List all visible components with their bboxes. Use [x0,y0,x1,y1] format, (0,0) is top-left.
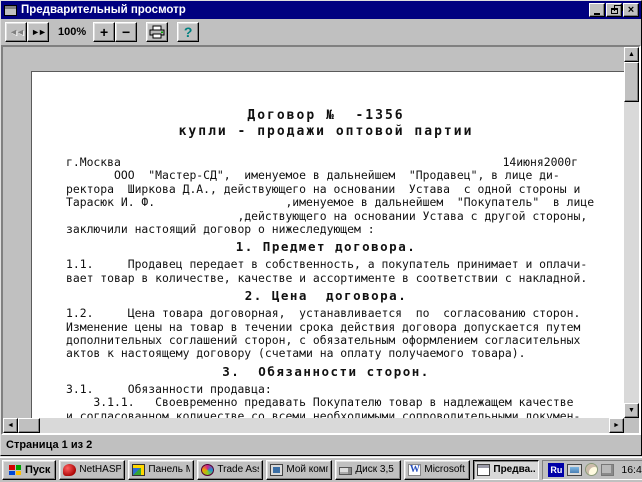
minimize-icon [594,13,600,15]
help-icon: ? [184,25,193,39]
horizontal-scroll-thumb[interactable] [18,418,40,433]
system-tray: Ru 16:44 [542,460,642,480]
printer-icon [149,25,165,39]
help-button[interactable]: ? [177,22,199,42]
document-line-body: Тарасюк И. Ф. ,именуемое в дальнейшем "П… [66,196,594,209]
document-line-body: актов к настоящему договору (счетами на … [66,347,594,360]
document-dateline: г.Москва 14июня2000г [66,156,578,169]
taskbar-button-label: Trade Assi... [217,464,259,475]
next-page-icon: ►► [31,27,45,37]
taskbar-button-my-computer[interactable]: Мой комп... [266,460,332,480]
document-page: Договор № -1356купли - продажи оптовой п… [31,71,624,418]
minimize-button[interactable] [589,3,605,17]
document-line-body: ректора Ширкова Д.А., действующего на ос… [66,183,594,196]
document-line-title: Договор № -1356 [66,108,586,124]
my-computer-icon [270,464,283,476]
nethasp-icon [63,464,76,476]
print-button[interactable] [146,22,168,42]
taskbar-button-control-panel[interactable]: Панель М... [128,460,194,480]
screen: Предварительный просмотр × ◄◄ ►► 100% + … [0,0,642,482]
document-line-heading: 2. Цена договора. [66,288,586,303]
horizontal-scrollbar[interactable]: ◄ ► [3,418,624,433]
close-icon: × [628,4,634,16]
document-line-body: заключили настоящий договор о нижеследую… [66,223,594,236]
status-bar: Страница 1 из 2 [1,435,641,455]
page-status-text: Страница 1 из 2 [6,439,92,451]
document-line-body: вает товар в количестве, качестве и ассо… [66,272,594,285]
document-line-body: дополнительных соглашений сторон, с обяз… [66,334,594,347]
taskbar-button-label: Предва... [493,464,535,475]
taskbar-button-label: Панель М... [148,464,190,475]
scrollbar-corner [624,418,639,433]
trade-assistant-icon [201,464,214,476]
start-button-label: Пуск [25,464,50,476]
previous-page-button[interactable]: ◄◄ [5,22,27,42]
word-icon: W [408,464,421,476]
vertical-scrollbar[interactable]: ▲ ▼ [624,47,639,418]
windows-logo-icon [8,464,22,476]
restore-button[interactable] [606,3,622,17]
scheduler-clock-icon[interactable] [585,463,598,476]
taskbar-tasks: NetHASP... Панель М... Trade Assi... Мой ко… [59,460,539,480]
zoom-out-button[interactable]: − [115,22,137,42]
document-date: 14июня2000г [503,156,578,169]
clock-time[interactable]: 16:44 [621,464,642,476]
minus-icon: − [122,25,130,39]
taskbar-button-label: Диск 3,5 (... [355,464,397,475]
zoom-level-label: 100% [58,26,86,38]
preview-area: Договор № -1356купли - продажи оптовой п… [1,45,641,435]
preview-window-icon [477,464,490,476]
document-page-content: Договор № -1356купли - продажи оптовой п… [66,108,594,418]
taskbar-button-microsoft-word[interactable]: WMicrosoft ... [404,460,470,480]
document-line-body: 3.1. Обязанности продавца: [66,383,594,396]
taskbar-button-floppy-disk[interactable]: Диск 3,5 (... [335,460,401,480]
plus-icon: + [100,25,108,39]
previous-page-icon: ◄◄ [9,27,23,37]
scroll-left-button[interactable]: ◄ [3,418,18,433]
document-line-body: и согласованном количестве,со всеми необ… [66,410,594,418]
document-line-body: 3.1.1. Своевременно предавать Покупателю… [66,396,594,409]
document-line-body: 1.1. Продавец передает в собственность, … [66,258,594,271]
scroll-right-button[interactable]: ► [609,418,624,433]
taskbar-button-label: Microsoft ... [424,464,466,475]
app-icon [4,5,17,16]
taskbar-button-nethasp[interactable]: NetHASP... [59,460,125,480]
taskbar-button-label: Мой комп... [286,464,328,475]
document-line-body: ,действующего на основании Устава с друг… [66,210,594,223]
document-line-body: 1.2. Цена товара договорная, устанавлива… [66,307,594,320]
language-indicator[interactable]: Ru [548,463,564,477]
scroll-up-button[interactable]: ▲ [624,47,639,62]
document-line-heading: 1. Предмет договора. [66,239,586,254]
window-title: Предварительный просмотр [21,4,588,16]
document-line-heading: 3. Обязанности сторон. [66,364,586,379]
print-preview-window: Предварительный просмотр × ◄◄ ►► 100% + … [0,0,642,456]
close-button[interactable]: × [623,3,639,17]
floppy-disk-icon [339,467,352,475]
display-settings-icon[interactable] [567,464,582,476]
start-button[interactable]: Пуск [2,460,56,480]
titlebar[interactable]: Предварительный просмотр × [1,1,641,19]
toolbar: ◄◄ ►► 100% + − ? [1,19,641,45]
document-line-body: Изменение цены на товар в течении срока … [66,321,594,334]
scroll-down-button[interactable]: ▼ [624,403,639,418]
restore-icon [611,8,618,14]
document-line-body: ООО "Мастер-СД", именуемое в дальнейшем … [66,169,594,182]
document-place: г.Москва [66,156,121,169]
tray-utility-icon[interactable] [601,464,614,476]
zoom-in-button[interactable]: + [93,22,115,42]
taskbar-button-trade-assistant[interactable]: Trade Assi... [197,460,263,480]
next-page-button[interactable]: ►► [27,22,49,42]
document-line-title: купли - продажи оптовой партии [66,124,586,140]
taskbar: Пуск NetHASP... Панель М... Trade Assi... М… [0,456,642,482]
taskbar-button-label: NetHASP... [79,464,121,475]
taskbar-button-preview[interactable]: Предва... [473,460,539,480]
control-panel-icon [132,464,145,476]
vertical-scroll-thumb[interactable] [624,62,639,102]
